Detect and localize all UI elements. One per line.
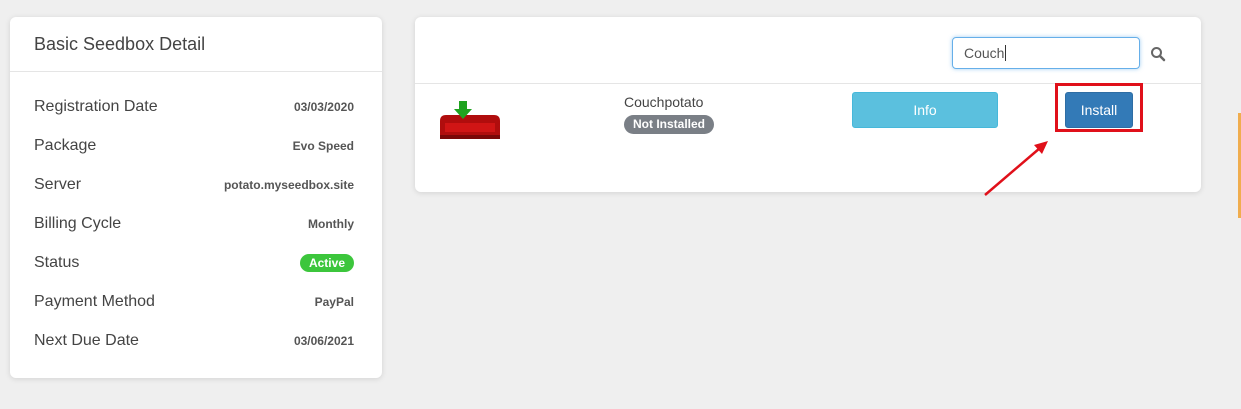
detail-value: Evo Speed [292,139,354,153]
search-input[interactable]: Couch [952,37,1140,69]
couchpotato-logo [440,101,500,139]
detail-row-status: Status Active [34,251,354,275]
detail-row-billing-cycle: Billing Cycle Monthly [34,212,354,236]
detail-row-package: Package Evo Speed [34,134,354,158]
detail-label: Status [34,254,80,271]
search-input-value: Couch [964,45,1005,61]
detail-value: 03/06/2021 [293,334,354,348]
detail-value: PayPal [314,295,354,309]
info-button[interactable]: Info [852,92,998,128]
install-status-badge: Not Installed [624,115,715,134]
apps-panel: Couch Couchpotato Not Installed Info Ins… [415,17,1201,192]
detail-label: Billing Cycle [34,215,122,232]
detail-row-next-due-date: Next Due Date 03/06/2021 [34,329,354,353]
search-icon[interactable] [1150,46,1166,62]
detail-row-registration-date: Registration Date 03/03/2020 [34,95,354,119]
text-caret [1005,45,1007,61]
seedbox-detail-panel: Basic Seedbox Detail Registration Date 0… [10,17,382,378]
detail-value: Monthly [308,217,354,231]
panel-title: Basic Seedbox Detail [10,17,382,72]
annotation-arrow [984,141,1048,196]
detail-label: Package [34,137,97,154]
detail-value: 03/03/2020 [293,100,354,114]
install-button[interactable]: Install [1065,92,1133,128]
app-name: Couchpotato [624,94,704,110]
detail-row-server: Server potato.myseedbox.site [34,173,354,197]
status-badge: Active [299,254,354,272]
detail-value: potato.myseedbox.site [223,178,354,192]
detail-row-payment-method: Payment Method PayPal [34,290,354,314]
detail-label: Server [34,176,82,193]
detail-label: Payment Method [34,293,155,310]
detail-label: Next Due Date [34,332,139,349]
detail-label: Registration Date [34,98,158,115]
